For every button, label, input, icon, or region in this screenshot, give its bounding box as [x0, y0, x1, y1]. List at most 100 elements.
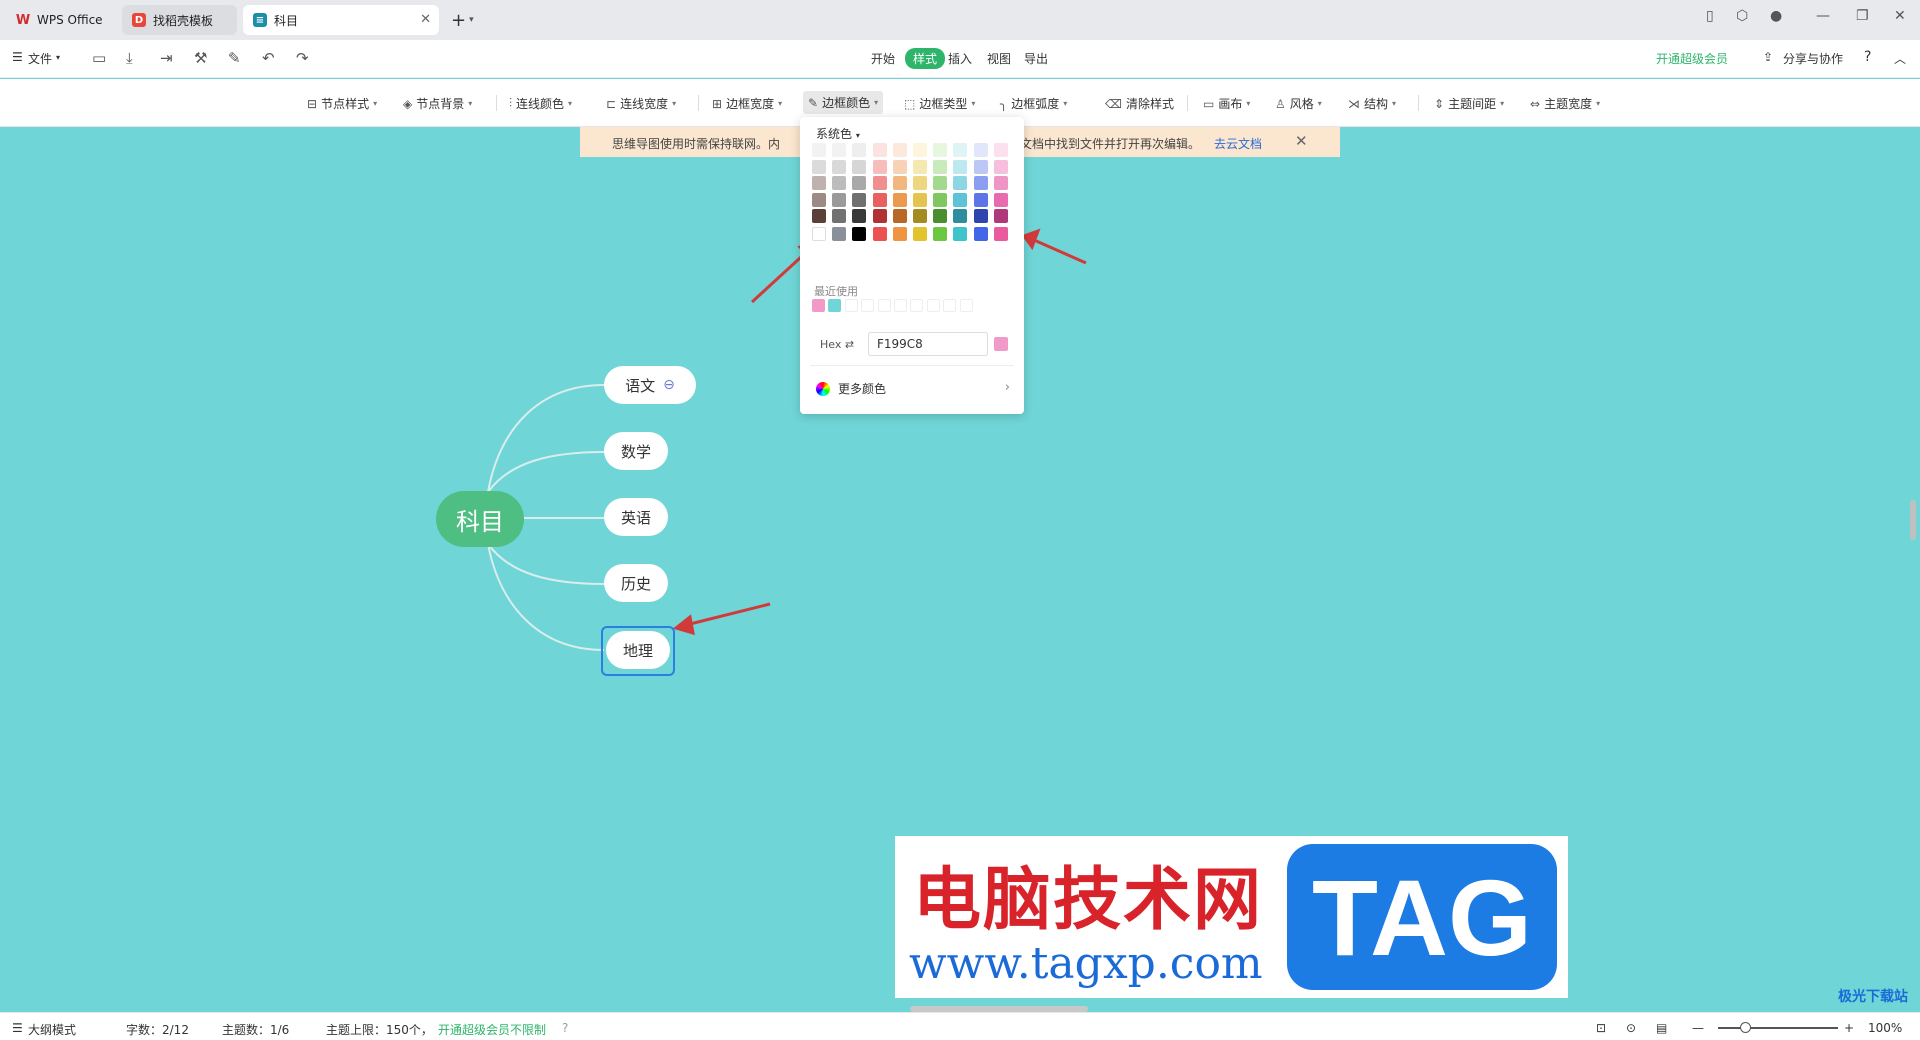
color-swatch[interactable] — [913, 227, 927, 241]
color-swatch[interactable] — [892, 143, 907, 157]
color-swatch[interactable] — [973, 176, 988, 190]
color-swatch[interactable] — [812, 159, 826, 174]
color-swatch[interactable] — [953, 176, 968, 190]
recent-color-swatch[interactable] — [877, 299, 891, 312]
color-swatch[interactable] — [812, 209, 826, 223]
format-painter-icon[interactable]: ⚒ — [194, 49, 207, 67]
color-swatch[interactable] — [993, 192, 1008, 207]
close-tab-icon[interactable]: ✕ — [420, 12, 431, 27]
file-menu[interactable]: 文件 — [28, 50, 52, 67]
system-color-dropdown[interactable]: 系统色 ▾ — [816, 125, 860, 142]
color-swatch[interactable] — [812, 143, 826, 157]
new-tab-button[interactable]: + — [451, 10, 466, 31]
vertical-scrollbar[interactable] — [1910, 500, 1916, 540]
border-radius-button[interactable]: ╮ 边框弧度 ▾ — [1000, 95, 1067, 112]
color-swatch[interactable] — [892, 192, 907, 207]
color-swatch[interactable] — [913, 159, 927, 174]
root-node[interactable]: 科目 — [436, 491, 524, 547]
zoom-out-icon[interactable]: — — [1692, 1021, 1704, 1035]
color-swatch[interactable] — [913, 192, 927, 207]
line-color-button[interactable]: ⫶ 连线颜色 ▾ — [509, 95, 572, 112]
color-swatch[interactable] — [973, 227, 988, 241]
child-node-geography[interactable]: 地理 — [606, 631, 670, 669]
color-swatch[interactable] — [913, 143, 927, 157]
color-swatch[interactable] — [872, 209, 887, 223]
tab-view[interactable]: 视图 — [987, 50, 1011, 67]
download-icon[interactable]: ⤓ — [126, 49, 133, 67]
node-bg-button[interactable]: ◈ 节点背景 ▾ — [403, 95, 472, 112]
child-node-english[interactable]: 英语 — [604, 498, 668, 536]
color-swatch[interactable] — [852, 159, 867, 174]
tab-insert[interactable]: 插入 — [948, 50, 972, 67]
color-swatch[interactable] — [872, 159, 887, 174]
child-node-math[interactable]: 数学 — [604, 432, 668, 470]
color-swatch[interactable] — [933, 159, 948, 174]
color-swatch[interactable] — [973, 209, 988, 223]
line-width-button[interactable]: ⊏ 连线宽度 ▾ — [606, 95, 676, 112]
zoom-in-icon[interactable]: + — [1844, 1021, 1854, 1035]
recent-color-swatch[interactable] — [812, 299, 825, 312]
tab-template[interactable]: D 找稻壳模板 — [122, 5, 237, 35]
undo-icon[interactable]: ↶ — [262, 49, 275, 67]
avatar[interactable]: ● — [1770, 8, 1782, 24]
color-swatch[interactable] — [852, 209, 867, 223]
recent-color-swatch[interactable] — [926, 299, 940, 312]
color-swatch[interactable] — [852, 227, 867, 241]
color-swatch[interactable] — [832, 209, 847, 223]
share-icon[interactable]: ⇪ — [1763, 50, 1773, 64]
border-type-button[interactable]: ⬚ 边框类型 ▾ — [904, 95, 975, 112]
color-swatch[interactable] — [832, 227, 847, 241]
recent-color-swatch[interactable] — [861, 299, 875, 312]
color-swatch[interactable] — [973, 143, 988, 157]
more-colors-button[interactable]: 更多颜色 — [816, 380, 886, 397]
color-swatch[interactable] — [832, 159, 847, 174]
minimize-icon[interactable]: — — [1816, 8, 1830, 24]
topic-width-button[interactable]: ⇔ 主题宽度 ▾ — [1530, 95, 1600, 112]
color-swatch[interactable] — [953, 227, 968, 241]
color-swatch[interactable] — [852, 143, 867, 157]
color-swatch[interactable] — [812, 192, 826, 207]
close-window-icon[interactable]: ✕ — [1894, 8, 1906, 24]
hamburger-icon[interactable]: ☰ — [12, 50, 23, 64]
save-icon[interactable]: ▭ — [92, 49, 106, 67]
recent-color-swatch[interactable] — [910, 299, 924, 312]
color-swatch[interactable] — [993, 209, 1008, 223]
color-swatch[interactable] — [993, 143, 1008, 157]
zoom-slider-thumb[interactable] — [1740, 1022, 1751, 1033]
cube-icon[interactable]: ⬡ — [1736, 8, 1748, 24]
clear-style-button[interactable]: ⌫ 清除样式 — [1105, 95, 1174, 112]
recent-color-swatch[interactable] — [943, 299, 957, 312]
tab-wps-office[interactable]: W WPS Office — [6, 5, 116, 35]
color-swatch[interactable] — [892, 159, 907, 174]
tab-style[interactable]: 样式 — [905, 48, 946, 69]
color-swatch[interactable] — [832, 176, 847, 190]
canvas-button[interactable]: ▭ 画布 ▾ — [1203, 95, 1250, 112]
color-swatch[interactable] — [933, 227, 948, 241]
fit-icon[interactable]: ⊡ — [1596, 1021, 1606, 1035]
color-swatch[interactable] — [933, 209, 948, 223]
node-style-button[interactable]: ⊟ 节点样式 ▾ — [307, 95, 377, 112]
color-swatch[interactable] — [973, 192, 988, 207]
recent-color-swatch[interactable] — [894, 299, 907, 312]
recent-color-swatch[interactable] — [844, 299, 858, 312]
theme-button[interactable]: ♙ 风格 ▾ — [1275, 95, 1322, 112]
color-swatch[interactable] — [953, 192, 968, 207]
map-icon[interactable]: ▤ — [1656, 1021, 1667, 1035]
color-swatch[interactable] — [872, 192, 887, 207]
collapse-icon[interactable]: ︿ — [1894, 50, 1906, 67]
color-swatch[interactable] — [953, 159, 968, 174]
tab-subject[interactable]: ≡ 科目 ✕ — [243, 5, 439, 35]
layout-icon[interactable]: ▯ — [1706, 8, 1714, 24]
export-icon[interactable]: ⇥ — [160, 49, 173, 67]
hex-input[interactable]: F199C8 — [868, 332, 988, 356]
share-button[interactable]: 分享与协作 — [1783, 50, 1843, 67]
color-swatch[interactable] — [973, 159, 988, 174]
color-swatch[interactable] — [892, 209, 907, 223]
redo-icon[interactable]: ↷ — [296, 49, 309, 67]
border-color-button[interactable]: ✎ 边框颜色 ▾ — [803, 91, 884, 114]
color-swatch[interactable] — [812, 176, 826, 190]
chevron-down-icon[interactable]: ▾ — [469, 15, 474, 25]
restore-icon[interactable]: ❐ — [1856, 8, 1869, 24]
color-swatch[interactable] — [913, 176, 927, 190]
color-swatch[interactable] — [872, 176, 887, 190]
